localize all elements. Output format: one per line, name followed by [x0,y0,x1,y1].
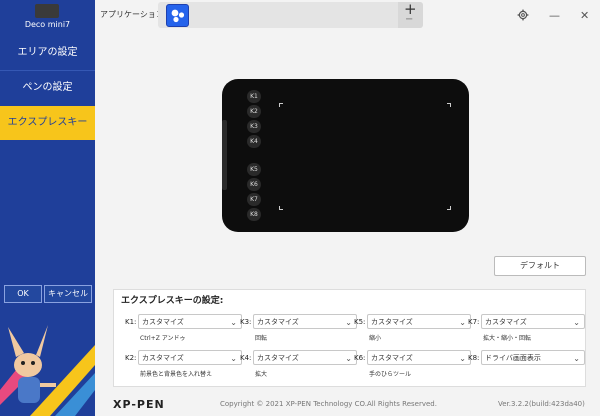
application-list [158,2,423,28]
chevron-down-icon: ⌄ [459,318,466,327]
key-select-k5[interactable]: カスタマイズ ⌄ [367,314,471,329]
key-function-k6: 手のひらツール [369,371,412,378]
mascot-illustration [0,325,95,416]
tablet-key-k8[interactable]: K8 [247,208,261,221]
tablet-edge [222,120,227,190]
tablet-key-k6[interactable]: K6 [247,178,261,191]
key-select-k2[interactable]: カスタマイズ ⌄ [138,350,242,365]
select-value: カスタマイズ [371,318,413,326]
tablet-key-k5[interactable]: K5 [247,163,261,176]
key-select-k4[interactable]: カスタマイズ ⌄ [253,350,357,365]
key-label-k5: K5: [354,318,366,326]
key-function-k5: 縮小 [369,335,382,342]
tablet-key-k2[interactable]: K2 [247,105,261,118]
active-area-corner [279,103,283,107]
select-value: カスタマイズ [485,318,527,326]
key-label-k6: K6: [354,354,366,362]
xp-pen-logo: XP-PEN [113,398,165,411]
cancel-button[interactable]: キャンセル [44,285,92,303]
select-value: ドライバ画面表示 [485,354,541,362]
key-select-k1[interactable]: カスタマイズ ⌄ [138,314,242,329]
key-function-k7: 拡大・縮小・回転 [483,335,532,342]
active-area-corner [447,206,451,210]
sidebar: Deco mini7 エリアの設定 ペンの設定 エクスプレスキー OK キャンセ… [0,0,95,416]
chevron-down-icon: ⌄ [573,318,580,327]
sidebar-item-express-keys[interactable]: エクスプレスキー [0,106,95,140]
tablet-key-k4[interactable]: K4 [247,135,261,148]
chevron-down-icon: ⌄ [345,354,352,363]
chevron-down-icon: ⌄ [345,318,352,327]
tablet-key-k7[interactable]: K7 [247,193,261,206]
default-button[interactable]: デフォルト [494,256,586,276]
device-name: Deco mini7 [24,20,71,29]
key-function-k2: 前景色と背景色を入れ替え [140,371,213,378]
chevron-down-icon: ⌄ [459,354,466,363]
active-area-corner [279,206,283,210]
chevron-down-icon: ⌄ [573,354,580,363]
all-apps-icon[interactable] [166,4,189,27]
key-select-k3[interactable]: カスタマイズ ⌄ [253,314,357,329]
select-value: カスタマイズ [142,318,184,326]
chevron-down-icon: ⌄ [230,318,237,327]
key-label-k3: K3: [240,318,252,326]
select-value: カスタマイズ [142,354,184,362]
key-label-k8: K8: [468,354,480,362]
key-function-k1: Ctrl+Z アンドゥ [140,335,186,342]
select-value: カスタマイズ [257,354,299,362]
sidebar-item-pen[interactable]: ペンの設定 [0,71,95,105]
key-select-k6[interactable]: カスタマイズ ⌄ [367,350,471,365]
close-icon[interactable]: ✕ [580,9,589,23]
key-label-k1: K1: [125,318,137,326]
panel-title: エクスプレスキーの設定: [121,296,224,306]
select-value: カスタマイズ [371,354,413,362]
select-value: カスタマイズ [257,318,299,326]
key-label-k7: K7: [468,318,480,326]
ok-button[interactable]: OK [4,285,42,303]
minus-icon[interactable]: − [405,14,413,26]
chevron-down-icon: ⌄ [230,354,237,363]
active-area-corner [447,103,451,107]
tablet-key-k1[interactable]: K1 [247,90,261,103]
gear-icon[interactable] [517,9,529,25]
version-text: Ver.3.2.2(build:423da40) [498,400,585,408]
copyright-text: Copyright © 2021 XP-PEN Technology CO.Al… [220,400,437,408]
key-function-k4: 拡大 [255,371,268,378]
key-label-k2: K2: [125,354,137,362]
key-label-k4: K4: [240,354,252,362]
tablet-thumbnail[interactable] [35,4,59,18]
key-function-k3: 回転 [255,335,268,342]
tablet-key-k3[interactable]: K3 [247,120,261,133]
application-label: アプリケーション: [100,10,167,19]
minimize-icon[interactable]: — [549,9,560,23]
sidebar-item-area[interactable]: エリアの設定 [0,36,95,70]
key-select-k7[interactable]: カスタマイズ ⌄ [481,314,585,329]
key-select-k8[interactable]: ドライバ画面表示 ⌄ [481,350,585,365]
